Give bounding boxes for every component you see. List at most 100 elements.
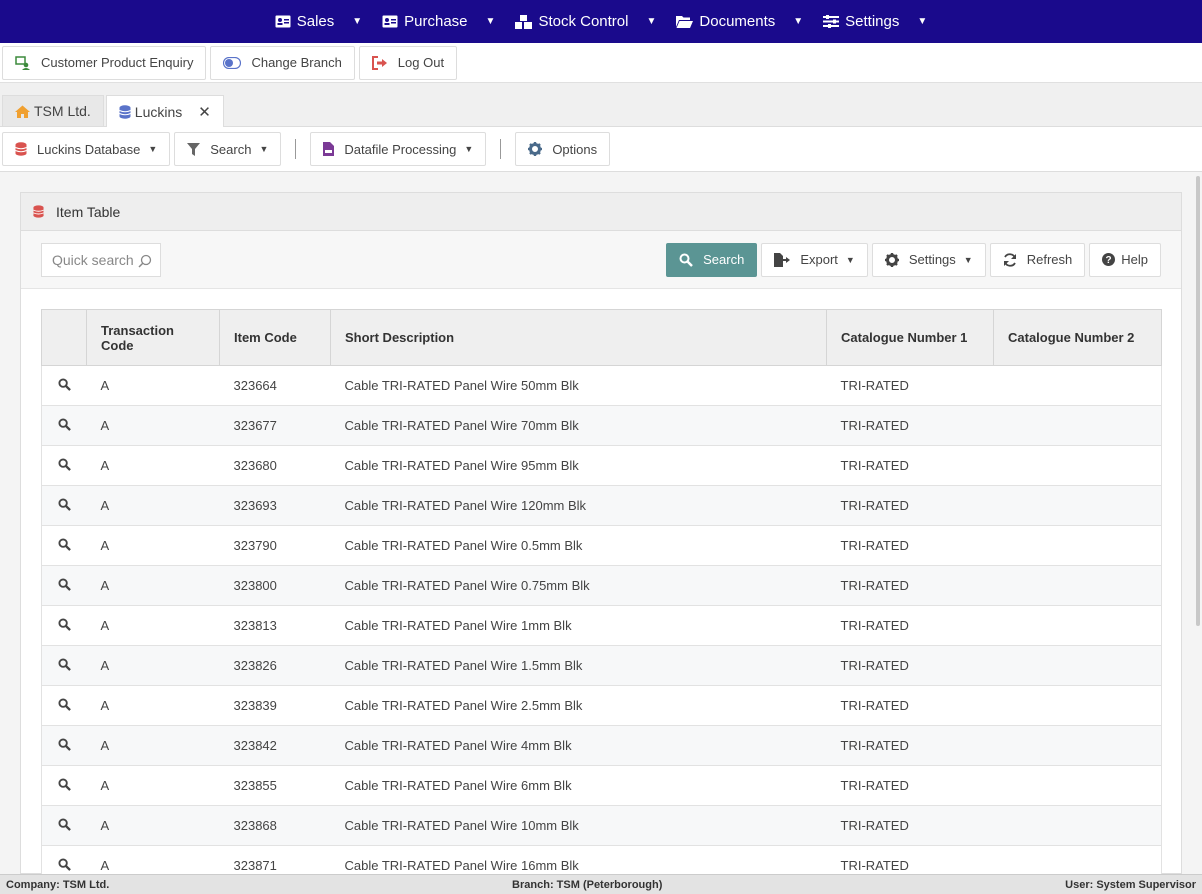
cell-transaction-code: A xyxy=(86,405,220,446)
cell-item-code: 323680 xyxy=(219,445,331,486)
panel-title: Item Table xyxy=(56,203,121,220)
sign-out-icon xyxy=(371,55,388,70)
search-button-label: Search xyxy=(703,252,745,267)
cell-catalogue-number-2 xyxy=(993,525,1162,566)
table-row[interactable]: A 323839 Cable TRI-RATED Panel Wire 2.5mm … xyxy=(41,685,1162,726)
module-toolbar: Luckins Database ▼ Search ▼ Datafile Pro… xyxy=(0,127,1202,172)
column-header-short-description[interactable]: Short Description xyxy=(330,309,827,366)
table-row[interactable]: A 323871 Cable TRI-RATED Panel Wire 16mm B… xyxy=(41,845,1162,874)
column-header-actions xyxy=(41,309,87,366)
table-row[interactable]: A 323842 Cable TRI-RATED Panel Wire 4mm Bl… xyxy=(41,725,1162,766)
cell-transaction-code: A xyxy=(86,605,220,646)
options-button[interactable]: Options xyxy=(515,132,611,166)
row-view-cell xyxy=(41,725,87,766)
cell-transaction-code: A xyxy=(86,725,220,766)
search-menu-button[interactable]: Search ▼ xyxy=(174,132,282,166)
cell-short-description: Cable TRI-RATED Panel Wire 4mm Blk xyxy=(330,725,827,766)
nav-sales[interactable]: Sales ▼ xyxy=(265,13,372,30)
help-button[interactable]: ? Help xyxy=(1089,242,1161,277)
cell-transaction-code: A xyxy=(86,845,220,874)
nav-purchase[interactable]: Purchase ▼ xyxy=(372,13,505,30)
status-bar: Company: TSM Ltd. Branch: TSM (Peterboro… xyxy=(0,874,1202,894)
table-row[interactable]: A 323800 Cable TRI-RATED Panel Wire 0.75mm… xyxy=(41,565,1162,606)
cell-short-description: Cable TRI-RATED Panel Wire 1.5mm Blk xyxy=(330,645,827,686)
search-icon[interactable] xyxy=(58,817,71,831)
search-icon[interactable] xyxy=(58,417,71,431)
quick-search-input[interactable] xyxy=(52,251,142,268)
cell-catalogue-number-1: TRI-RATED xyxy=(826,765,994,806)
caret-down-icon: ▼ xyxy=(464,144,474,154)
caret-down-icon: ▼ xyxy=(148,144,158,154)
nav-settings[interactable]: Settings ▼ xyxy=(813,13,937,30)
column-header-transaction-code[interactable]: Transaction Code xyxy=(86,309,220,366)
change-branch-button[interactable]: Change Branch xyxy=(210,45,355,80)
column-header-catalogue-number-1[interactable]: Catalogue Number 1 xyxy=(826,309,994,366)
table-row[interactable]: A 323677 Cable TRI-RATED Panel Wire 70mm B… xyxy=(41,405,1162,446)
search-icon[interactable] xyxy=(58,697,71,711)
column-header-catalogue-number-2[interactable]: Catalogue Number 2 xyxy=(993,309,1162,366)
nav-settings-label: Settings xyxy=(845,13,900,30)
cell-catalogue-number-2 xyxy=(993,845,1162,874)
log-out-button[interactable]: Log Out xyxy=(358,45,458,80)
caret-down-icon: ▼ xyxy=(646,16,657,27)
settings-button[interactable]: Settings ▼ xyxy=(871,242,986,277)
cell-catalogue-number-1: TRI-RATED xyxy=(826,685,994,726)
search-icon[interactable] xyxy=(58,737,71,751)
cell-catalogue-number-2 xyxy=(993,765,1162,806)
panel-actions: Search Export ▼ Settings ▼ Refresh ? Hel… xyxy=(666,242,1161,277)
id-card-icon xyxy=(275,15,291,28)
toolbar-divider xyxy=(500,139,502,159)
scrollbar[interactable] xyxy=(1196,176,1200,626)
search-icon[interactable] xyxy=(58,377,71,391)
id-card-icon xyxy=(382,15,398,28)
search-icon[interactable] xyxy=(58,657,71,671)
status-branch: Branch: TSM (Peterborough) xyxy=(512,878,663,891)
customer-product-enquiry-button[interactable]: Customer Product Enquiry xyxy=(2,45,207,80)
refresh-button[interactable]: Refresh xyxy=(989,242,1086,277)
table-row[interactable]: A 323790 Cable TRI-RATED Panel Wire 0.5mm … xyxy=(41,525,1162,566)
table-row[interactable]: A 323855 Cable TRI-RATED Panel Wire 6mm Bl… xyxy=(41,765,1162,806)
datafile-processing-button[interactable]: Datafile Processing ▼ xyxy=(310,132,487,166)
search-icon[interactable] xyxy=(58,857,71,871)
options-label: Options xyxy=(552,141,598,157)
table-row[interactable]: A 323693 Cable TRI-RATED Panel Wire 120mm … xyxy=(41,485,1162,526)
column-header-item-code[interactable]: Item Code xyxy=(219,309,331,366)
table-row[interactable]: A 323813 Cable TRI-RATED Panel Wire 1mm Bl… xyxy=(41,605,1162,646)
table-row[interactable]: A 323826 Cable TRI-RATED Panel Wire 1.5mm … xyxy=(41,645,1162,686)
table-header-row: Transaction Code Item Code Short Descrip… xyxy=(41,309,1162,366)
tab-luckins[interactable]: Luckins ✕ xyxy=(105,95,224,127)
search-icon[interactable] xyxy=(58,537,71,551)
item-table-wrap: Transaction Code Item Code Short Descrip… xyxy=(41,309,1162,874)
close-icon[interactable]: ✕ xyxy=(198,103,211,121)
cell-catalogue-number-2 xyxy=(993,725,1162,766)
search-icon[interactable] xyxy=(58,577,71,591)
cell-short-description: Cable TRI-RATED Panel Wire 120mm Blk xyxy=(330,485,827,526)
tab-bar: TSM Ltd. Luckins ✕ xyxy=(0,83,1202,127)
tab-tsm-ltd[interactable]: TSM Ltd. xyxy=(2,95,104,126)
search-button[interactable]: Search xyxy=(666,242,758,277)
search-icon[interactable] xyxy=(58,497,71,511)
cell-catalogue-number-1: TRI-RATED xyxy=(826,485,994,526)
cell-item-code: 323855 xyxy=(219,765,331,806)
search-icon[interactable] xyxy=(58,617,71,631)
content-area: Item Table Search xyxy=(0,173,1202,874)
cell-catalogue-number-2 xyxy=(993,805,1162,846)
table-row[interactable]: A 323680 Cable TRI-RATED Panel Wire 95mm B… xyxy=(41,445,1162,486)
search-icon[interactable] xyxy=(58,457,71,471)
table-row[interactable]: A 323664 Cable TRI-RATED Panel Wire 50mm B… xyxy=(41,365,1162,406)
datafile-processing-label: Datafile Processing xyxy=(344,141,457,157)
toolbar-divider xyxy=(295,139,297,159)
nav-documents[interactable]: Documents ▼ xyxy=(666,13,813,30)
cell-catalogue-number-1: TRI-RATED xyxy=(826,605,994,646)
search-icon[interactable] xyxy=(58,777,71,791)
help-button-label: Help xyxy=(1121,252,1148,267)
export-button[interactable]: Export ▼ xyxy=(761,242,868,277)
nav-stock-control[interactable]: Stock Control ▼ xyxy=(505,13,666,30)
luckins-database-button[interactable]: Luckins Database ▼ xyxy=(2,132,171,166)
nav-documents-label: Documents xyxy=(699,13,776,30)
cell-short-description: Cable TRI-RATED Panel Wire 0.75mm Blk xyxy=(330,565,827,606)
cell-transaction-code: A xyxy=(86,565,220,606)
cell-catalogue-number-1: TRI-RATED xyxy=(826,445,994,486)
caret-down-icon: ▼ xyxy=(259,144,269,154)
table-row[interactable]: A 323868 Cable TRI-RATED Panel Wire 10mm B… xyxy=(41,805,1162,846)
